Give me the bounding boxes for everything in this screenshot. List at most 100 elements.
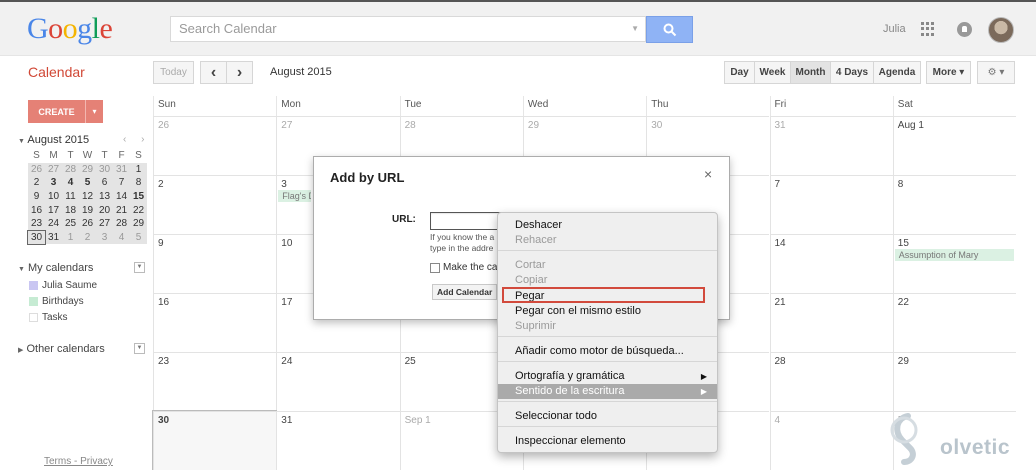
checkbox[interactable]	[430, 262, 440, 273]
mini-day[interactable]: 18	[62, 203, 79, 217]
other-calendars-dropdown[interactable]: ▼	[134, 343, 145, 354]
mini-day[interactable]: 17	[45, 203, 62, 217]
menu-item-deshacer[interactable]: Deshacer	[498, 218, 717, 233]
mini-day[interactable]: 6	[96, 176, 113, 190]
calendar-item[interactable]: Birthdays	[29, 296, 84, 307]
day-cell[interactable]: 30	[151, 410, 278, 470]
mini-day[interactable]: 2	[79, 230, 96, 245]
mini-day[interactable]: 30	[27, 229, 46, 246]
day-cell[interactable]: 21	[769, 293, 893, 352]
apps-icon[interactable]	[921, 22, 935, 36]
mini-day[interactable]: 26	[79, 216, 96, 231]
close-icon[interactable]: ×	[704, 166, 712, 182]
day-cell[interactable]: 23	[153, 352, 277, 411]
mini-day[interactable]: 7	[113, 176, 130, 190]
day-cell[interactable]: 15	[892, 234, 1017, 293]
next-period-button[interactable]: ›	[226, 61, 253, 84]
event-chip[interactable]: Assumption of Mary	[894, 249, 1015, 261]
view-month-button[interactable]: Month	[790, 61, 831, 84]
my-calendars-dropdown[interactable]: ▼	[134, 262, 145, 273]
mini-day[interactable]: 15	[130, 189, 147, 204]
mini-day[interactable]: 5	[130, 230, 147, 245]
day-cell[interactable]: 24	[276, 352, 400, 411]
mini-day[interactable]: 12	[79, 189, 96, 204]
mini-day[interactable]: 22	[130, 203, 147, 217]
today-button[interactable]: Today	[153, 61, 194, 84]
mini-day[interactable]: 23	[28, 216, 45, 231]
mini-day[interactable]: 8	[130, 176, 147, 190]
menu-item-añadir-como-motor-de-búsqueda[interactable]: Añadir como motor de búsqueda...	[498, 344, 717, 359]
calendar-item[interactable]: Tasks	[29, 312, 68, 323]
day-cell[interactable]: 2	[153, 175, 277, 234]
menu-item-pegar-con-el-mismo-estilo[interactable]: Pegar con el mismo estilo	[498, 304, 717, 319]
mini-day[interactable]: 11	[62, 189, 79, 204]
search-button[interactable]	[646, 16, 693, 43]
mini-day[interactable]: 24	[45, 216, 62, 231]
event-chip[interactable]: Flag's D	[278, 190, 312, 202]
view-4days-button[interactable]: 4 Days	[830, 61, 874, 84]
mini-calendar-nav[interactable]: ‹ ›	[123, 134, 150, 145]
google-logo[interactable]: Google	[27, 12, 113, 46]
menu-item-ortografía-y-gramática[interactable]: Ortografía y gramática ▶	[498, 369, 717, 384]
mini-day[interactable]: 4	[62, 176, 79, 190]
mini-day[interactable]: 29	[79, 162, 96, 177]
mini-day[interactable]: 5	[79, 176, 96, 190]
mini-day[interactable]: 20	[96, 203, 113, 217]
create-button[interactable]: CREATE ▾	[28, 100, 103, 123]
mini-day[interactable]: 25	[62, 216, 79, 231]
add-calendar-button[interactable]: Add Calendar	[432, 284, 498, 300]
mini-day[interactable]: 9	[28, 189, 45, 204]
view-day-button[interactable]: Day	[724, 61, 755, 84]
mini-day[interactable]: 1	[62, 230, 79, 245]
mini-day[interactable]: 30	[96, 162, 113, 177]
day-cell[interactable]: 31	[769, 116, 893, 175]
mini-day[interactable]: 27	[96, 216, 113, 231]
day-cell[interactable]: 29	[892, 352, 1017, 411]
terms-privacy-links[interactable]: Terms - Privacy	[44, 456, 113, 467]
mini-day[interactable]: 3	[96, 230, 113, 245]
mini-day[interactable]: 21	[113, 203, 130, 217]
day-cell[interactable]: 28	[769, 352, 893, 411]
create-dropdown-icon[interactable]: ▾	[85, 100, 103, 123]
my-calendars-header[interactable]: ▼ My calendars	[18, 262, 93, 274]
day-cell[interactable]: Aug 1	[892, 116, 1017, 175]
calendar-item[interactable]: Julia Saume	[29, 280, 97, 291]
other-calendars-header[interactable]: ▶ Other calendars	[18, 343, 105, 355]
search-input[interactable]: Search Calendar ▼	[170, 16, 646, 42]
user-name[interactable]: Julia	[883, 23, 906, 35]
menu-item-seleccionar-todo[interactable]: Seleccionar todo	[498, 409, 717, 424]
search-options-icon[interactable]: ▼	[631, 17, 639, 41]
view-agenda-button[interactable]: Agenda	[873, 61, 921, 84]
day-cell[interactable]: 16	[153, 293, 277, 352]
menu-item-inspeccionar-elemento[interactable]: Inspeccionar elemento	[498, 434, 717, 449]
avatar[interactable]	[988, 17, 1014, 43]
prev-period-button[interactable]: ‹	[200, 61, 227, 84]
mini-day[interactable]: 29	[130, 216, 147, 231]
mini-day[interactable]: 26	[28, 162, 45, 177]
settings-button[interactable]: ⚙ ▾	[977, 61, 1015, 84]
mini-calendar-title[interactable]: ▼ August 2015	[18, 134, 89, 146]
more-button[interactable]: More ▾	[926, 61, 971, 84]
day-cell[interactable]: 14	[769, 234, 893, 293]
mini-day[interactable]: 2	[28, 176, 45, 190]
mini-day[interactable]: 31	[45, 230, 62, 245]
mini-day[interactable]: 16	[28, 203, 45, 217]
menu-item-sentido-de-la-escritura[interactable]: Sentido de la escritura ▶	[498, 384, 717, 399]
day-cell[interactable]: 26	[153, 116, 277, 175]
mini-day[interactable]: 31	[113, 162, 130, 177]
day-cell[interactable]: 22	[892, 293, 1017, 352]
day-cell[interactable]: 31	[276, 411, 400, 470]
mini-day[interactable]: 27	[45, 162, 62, 177]
view-week-button[interactable]: Week	[754, 61, 791, 84]
mini-day[interactable]: 14	[113, 189, 130, 204]
mini-day[interactable]: 1	[130, 162, 147, 177]
mini-day[interactable]: 13	[96, 189, 113, 204]
day-cell[interactable]: 9	[153, 234, 277, 293]
make-public-checkbox[interactable]: Make the ca	[430, 262, 502, 273]
day-cell[interactable]: 7	[769, 175, 893, 234]
mini-day[interactable]: 28	[113, 216, 130, 231]
mini-day[interactable]: 10	[45, 189, 62, 204]
notifications-icon[interactable]	[957, 22, 972, 37]
day-cell[interactable]: 4	[769, 411, 893, 470]
mini-day[interactable]: 3	[45, 176, 62, 190]
